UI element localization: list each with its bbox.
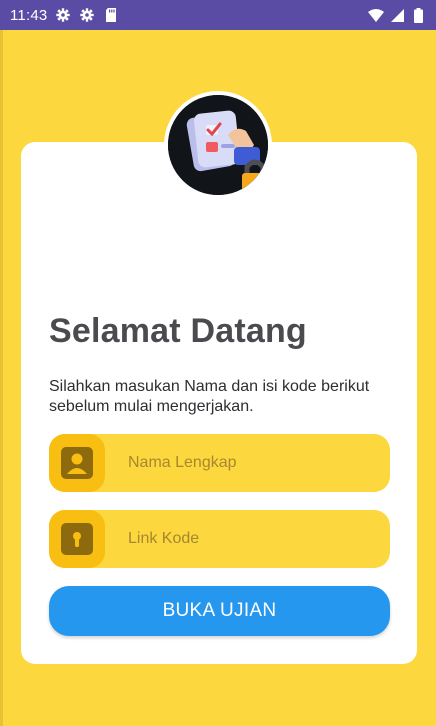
sd-card-icon (103, 7, 119, 23)
signal-icon (389, 7, 405, 23)
status-right (368, 7, 426, 23)
keyhole-icon (49, 510, 105, 568)
checklist-lock-illustration-icon (168, 95, 268, 195)
status-left: 11:43 (10, 7, 119, 24)
wifi-icon (368, 7, 384, 23)
avatar-frame (164, 91, 272, 199)
battery-icon (410, 7, 426, 23)
page-subtitle: Silahkan masukan Nama dan isi kode berik… (49, 378, 370, 415)
status-time: 11:43 (10, 6, 48, 24)
gear-icon (79, 7, 95, 23)
code-input[interactable] (121, 510, 381, 568)
status-bar: 11:43 (0, 0, 436, 30)
name-input[interactable] (121, 434, 381, 492)
gear-icon (55, 7, 71, 23)
open-exam-button[interactable]: BUKA UJIAN (49, 586, 390, 636)
page-title: Selamat Datang (49, 312, 307, 350)
code-field[interactable] (49, 510, 390, 568)
user-icon (49, 434, 105, 492)
screen-edge (0, 30, 3, 726)
name-field[interactable] (49, 434, 390, 492)
